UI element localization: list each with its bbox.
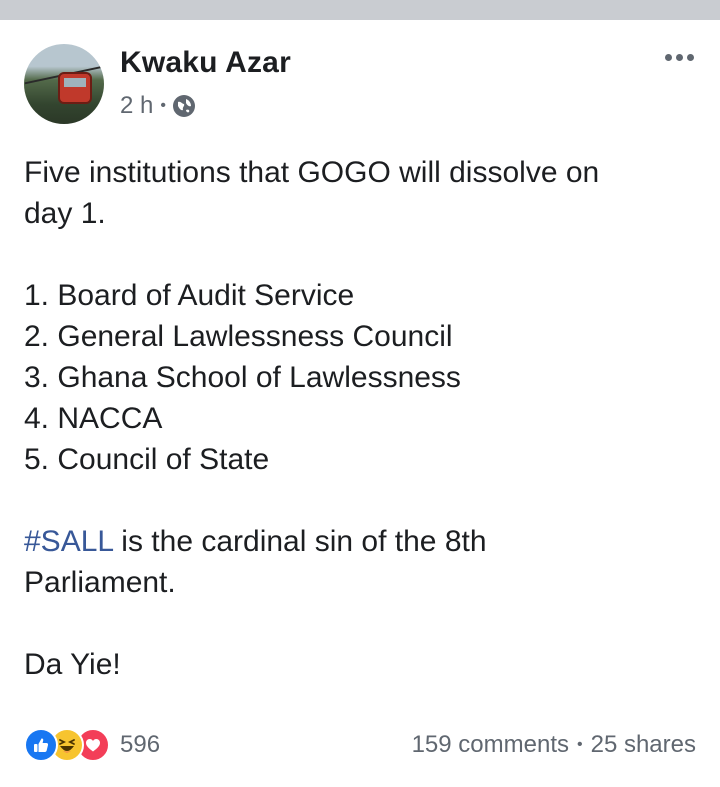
list-item: 5. Council of State (24, 443, 270, 476)
post-body: Five institutions that GOGO will dissolv… (24, 152, 704, 685)
shares-count[interactable]: 25 shares (591, 731, 696, 759)
top-strip (0, 0, 720, 20)
reaction-count: 596 (120, 731, 161, 758)
list-item: 1. Board of Audit Service (24, 279, 355, 312)
intro-line-2: day 1. (24, 197, 106, 230)
list-item: 2. General Lawlessness Council (24, 320, 453, 353)
post-time[interactable]: 2 h (120, 92, 153, 120)
intro-line-1: Five institutions that GOGO will dissolv… (24, 156, 600, 189)
more-options-dot (665, 54, 672, 61)
globe-icon (172, 95, 195, 117)
engagement-stats: 159 comments • 25 shares (412, 731, 696, 759)
hashtag-link[interactable]: #SALL (24, 525, 113, 558)
avatar-cable-car (58, 72, 92, 104)
like-icon (24, 728, 58, 762)
reactions-summary[interactable]: 596 (24, 728, 160, 762)
meta-separator: • (160, 97, 166, 114)
more-options-dot (687, 54, 694, 61)
more-options-dot (676, 54, 683, 61)
post-card: Kwaku Azar 2 h • Five institutions that … (0, 20, 720, 787)
post-footer: 596 159 comments • 25 shares (24, 725, 696, 765)
author-avatar[interactable] (24, 44, 104, 124)
author-name[interactable]: Kwaku Azar (120, 46, 291, 80)
list-item: 3. Ghana School of Lawlessness (24, 361, 461, 394)
hashtag-line-text: is the cardinal sin of the 8th (112, 525, 487, 558)
hashtag-line-2: Parliament. (24, 566, 176, 599)
hashtag-line: #SALL is the cardinal sin of the 8th (24, 521, 704, 562)
comments-count[interactable]: 159 comments (412, 731, 569, 759)
post-meta: 2 h • (120, 92, 195, 120)
list-item: 4. NACCA (24, 402, 163, 435)
closing-line: Da Yie! (24, 648, 121, 681)
more-options-button[interactable] (663, 48, 696, 67)
stats-separator: • (576, 736, 583, 753)
